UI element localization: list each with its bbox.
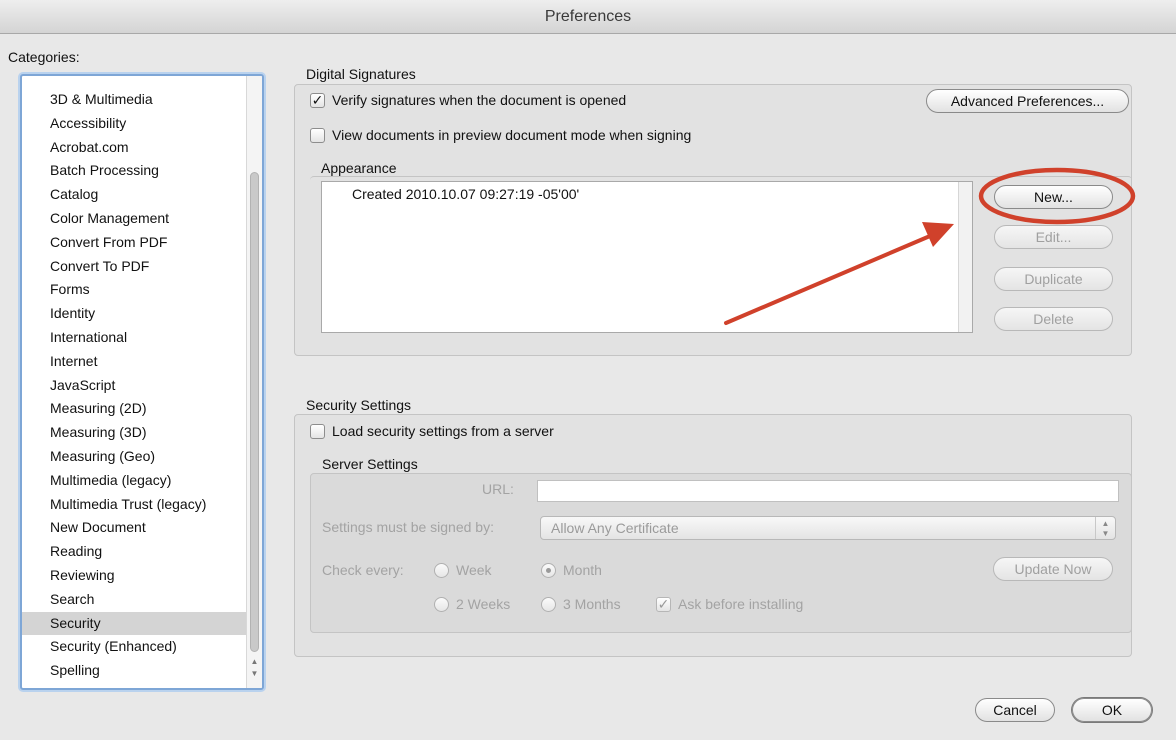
digital-signatures-title: Digital Signatures bbox=[306, 66, 416, 82]
month-radio[interactable] bbox=[541, 563, 556, 578]
category-item[interactable]: Acrobat.com bbox=[22, 136, 248, 160]
two-weeks-radio[interactable] bbox=[434, 597, 449, 612]
radio-selected-icon bbox=[546, 568, 551, 573]
category-item[interactable]: Multimedia Trust (legacy) bbox=[22, 493, 248, 517]
category-item[interactable]: Color Management bbox=[22, 207, 248, 231]
category-item[interactable]: New Document bbox=[22, 516, 248, 540]
category-item[interactable]: Multimedia (legacy) bbox=[22, 469, 248, 493]
scroll-arrows-icon[interactable]: ▲ ▼ bbox=[249, 656, 260, 682]
verify-signatures-label: Verify signatures when the document is o… bbox=[332, 92, 627, 108]
category-item[interactable]: Spelling bbox=[22, 659, 248, 683]
category-item[interactable]: Convert To PDF bbox=[22, 255, 248, 279]
new-appearance-button[interactable]: New... bbox=[994, 185, 1113, 209]
category-item[interactable]: International bbox=[22, 326, 248, 350]
category-item[interactable]: Batch Processing bbox=[22, 159, 248, 183]
category-item[interactable]: Measuring (2D) bbox=[22, 397, 248, 421]
category-item[interactable]: Identity bbox=[22, 302, 248, 326]
advanced-preferences-button[interactable]: Advanced Preferences... bbox=[926, 89, 1129, 113]
server-settings-title: Server Settings bbox=[322, 456, 418, 472]
cancel-button[interactable]: Cancel bbox=[975, 698, 1055, 722]
category-item[interactable]: Security bbox=[22, 611, 248, 636]
checkmark-icon: ✓ bbox=[657, 596, 670, 612]
appearance-title: Appearance bbox=[321, 160, 397, 176]
check-every-label: Check every: bbox=[322, 562, 404, 578]
load-security-label: Load security settings from a server bbox=[332, 423, 554, 439]
categories-scrollbar[interactable]: ▲ ▼ bbox=[246, 76, 262, 688]
security-settings-title: Security Settings bbox=[306, 397, 412, 413]
update-now-button[interactable]: Update Now bbox=[993, 557, 1113, 581]
category-item[interactable]: Reading bbox=[22, 540, 248, 564]
ok-button[interactable]: OK bbox=[1072, 698, 1152, 722]
window-title: Preferences bbox=[0, 0, 1176, 34]
select-arrows-icon: ▲ ▼ bbox=[1095, 517, 1115, 539]
category-item[interactable]: Forms bbox=[22, 278, 248, 302]
checkmark-icon: ✓ bbox=[311, 92, 324, 108]
signed-by-select[interactable]: Allow Any Certificate ▲ ▼ bbox=[540, 516, 1116, 540]
url-input[interactable] bbox=[537, 480, 1119, 502]
categories-label: Categories: bbox=[8, 49, 80, 65]
categories-scroll-thumb[interactable] bbox=[250, 172, 259, 652]
category-item[interactable]: Security (Enhanced) bbox=[22, 635, 248, 659]
signed-by-label: Settings must be signed by: bbox=[322, 519, 494, 535]
category-item[interactable]: Measuring (3D) bbox=[22, 421, 248, 445]
duplicate-appearance-button[interactable]: Duplicate bbox=[994, 267, 1113, 291]
verify-signatures-checkbox[interactable]: ✓ bbox=[310, 93, 325, 108]
week-radio[interactable] bbox=[434, 563, 449, 578]
signed-by-value: Allow Any Certificate bbox=[551, 520, 679, 536]
ask-before-installing-label: Ask before installing bbox=[678, 596, 804, 612]
load-security-checkbox[interactable] bbox=[310, 424, 325, 439]
three-months-label: 3 Months bbox=[563, 596, 621, 612]
delete-appearance-button[interactable]: Delete bbox=[994, 307, 1113, 331]
category-item[interactable]: Internet bbox=[22, 350, 248, 374]
three-months-radio[interactable] bbox=[541, 597, 556, 612]
appearance-list[interactable]: Created 2010.10.07 09:27:19 -05'00' bbox=[321, 181, 973, 333]
category-item[interactable]: Accessibility bbox=[22, 112, 248, 136]
month-label: Month bbox=[563, 562, 602, 578]
category-item[interactable]: Catalog bbox=[22, 183, 248, 207]
appearance-scrollbar[interactable] bbox=[958, 182, 972, 332]
categories-list[interactable]: 3D & Multimedia Accessibility Acrobat.com B… bbox=[20, 74, 264, 690]
category-item[interactable]: JavaScript bbox=[22, 374, 248, 398]
url-label: URL: bbox=[482, 481, 514, 497]
appearance-list-item[interactable]: Created 2010.10.07 09:27:19 -05'00' bbox=[352, 186, 579, 202]
categories-items: 3D & Multimedia Accessibility Acrobat.com B… bbox=[22, 88, 248, 683]
week-label: Week bbox=[456, 562, 492, 578]
ask-before-installing-checkbox[interactable]: ✓ bbox=[656, 597, 671, 612]
category-item[interactable]: Measuring (Geo) bbox=[22, 445, 248, 469]
category-item[interactable]: 3D & Multimedia bbox=[22, 88, 248, 112]
preview-mode-checkbox[interactable] bbox=[310, 128, 325, 143]
category-item[interactable]: Convert From PDF bbox=[22, 231, 248, 255]
category-item[interactable]: Reviewing bbox=[22, 564, 248, 588]
edit-appearance-button[interactable]: Edit... bbox=[994, 225, 1113, 249]
two-weeks-label: 2 Weeks bbox=[456, 596, 511, 612]
preview-mode-label: View documents in preview document mode … bbox=[332, 127, 692, 143]
category-item[interactable]: Search bbox=[22, 588, 248, 612]
